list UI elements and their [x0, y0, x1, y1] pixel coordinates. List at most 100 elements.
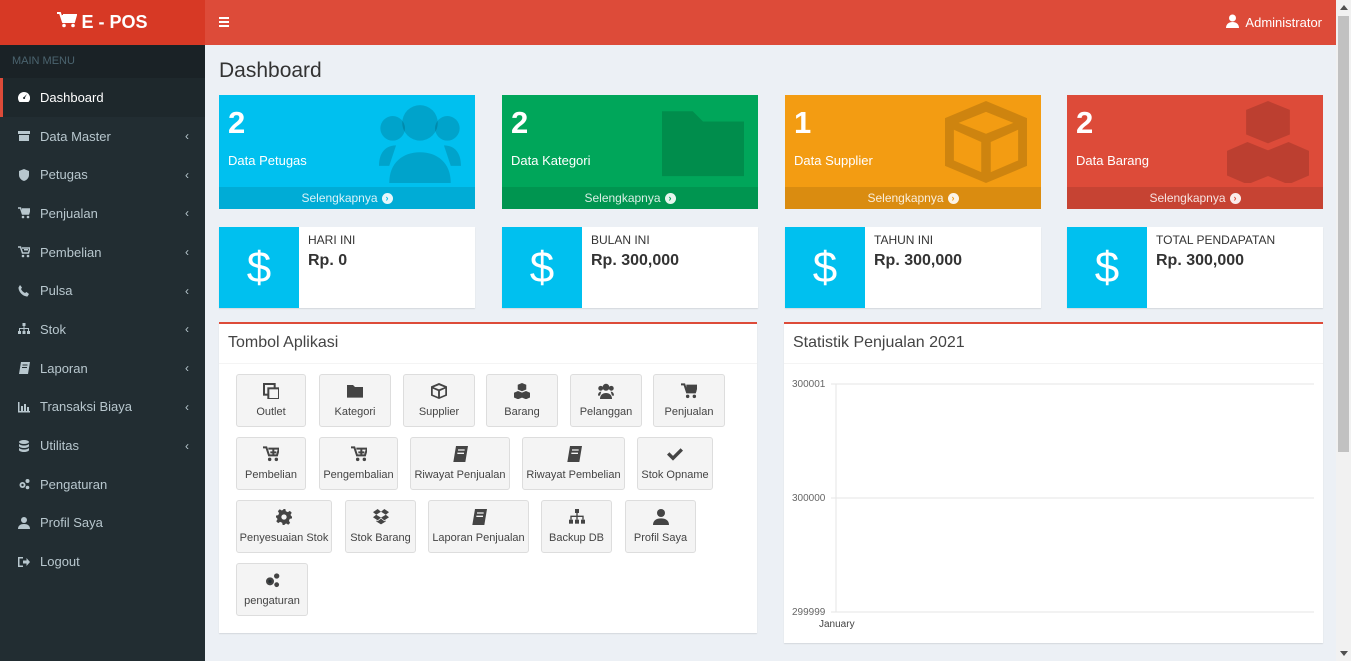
chart-y-tick-label: 300000: [792, 493, 826, 504]
book-icon: [566, 446, 582, 465]
user-menu[interactable]: Administrator: [1226, 0, 1322, 45]
users-icon: [375, 101, 465, 183]
stat-box-more-link[interactable]: Selengkapnya ›: [785, 187, 1041, 209]
app-button-riwayat-penjualan[interactable]: Riwayat Penjualan: [410, 437, 510, 490]
app-button-stok-barang[interactable]: Stok Barang: [345, 500, 416, 553]
sidebar-item-transaksi-biaya[interactable]: Transaksi Biaya ‹: [0, 388, 205, 427]
book-icon: [18, 362, 30, 375]
chevron-left-icon: ‹: [185, 245, 189, 260]
stat-box-more-label: Selengkapnya: [867, 191, 944, 205]
check-icon: [667, 446, 683, 465]
stat-box-data-kategori: 2 Data Kategori Selengkapnya ›: [502, 95, 758, 209]
cart-icon: [681, 383, 699, 402]
top-navbar: E - POS Administrator: [0, 0, 1336, 45]
stat-box-more-link[interactable]: Selengkapnya ›: [502, 187, 758, 209]
sidebar-item-utilitas[interactable]: Utilitas ‹: [0, 426, 205, 465]
user-icon: [18, 516, 30, 529]
sidebar-item-pembelian[interactable]: Pembelian ‹: [0, 233, 205, 272]
sidebar-item-penjualan[interactable]: Penjualan ‹: [0, 194, 205, 233]
users-icon: [598, 383, 614, 402]
app-button-label: Penjualan: [664, 406, 714, 418]
sidebar-item-pengaturan[interactable]: Pengaturan: [0, 465, 205, 504]
app-button-label: Outlet: [256, 406, 286, 418]
scroll-down-icon[interactable]: [1340, 651, 1348, 656]
sales-chart: 300001 300000 299999January: [792, 379, 1314, 630]
app-button-penyesuaian-stok[interactable]: Penyesuaian Stok: [236, 500, 332, 553]
stat-box-label: Data Barang: [1076, 153, 1149, 168]
app-button-barang[interactable]: Barang: [486, 374, 558, 427]
app-button-pelanggan[interactable]: Pelanggan: [570, 374, 642, 427]
sidebar-toggle-icon[interactable]: [219, 17, 229, 27]
stat-box-more-link[interactable]: Selengkapnya ›: [219, 187, 475, 209]
sidebar-item-label: Pulsa: [40, 283, 73, 299]
app-button-pengembalian[interactable]: Pengembalian: [319, 437, 398, 490]
sign-out-icon: [18, 556, 30, 568]
cart-plus-icon: [350, 446, 368, 465]
stat-box-value: 1: [794, 105, 812, 140]
info-box-total-pendapatan: $ TOTAL PENDAPATAN Rp. 300,000: [1067, 227, 1323, 308]
sidebar-item-label: Penjualan: [40, 205, 98, 221]
book-icon: [471, 509, 487, 528]
app-button-profil-saya[interactable]: Profil Saya: [625, 500, 696, 553]
sidebar-item-petugas[interactable]: Petugas ‹: [0, 155, 205, 194]
sidebar-item-data-master[interactable]: Data Master ‹: [0, 117, 205, 156]
app-button-supplier[interactable]: Supplier: [403, 374, 475, 427]
chart-panel: Statistik Penjualan 2021 300001 300000 299…: [784, 322, 1323, 643]
sidebar-item-pulsa[interactable]: Pulsa ‹: [0, 271, 205, 310]
info-box-value: Rp. 0: [308, 252, 348, 269]
sitemap-icon: [18, 323, 30, 335]
cubes-icon: [514, 383, 530, 402]
cubes-icon: [1223, 101, 1313, 185]
sidebar-item-profil-saya[interactable]: Profil Saya: [0, 504, 205, 543]
dollar-icon: $: [219, 227, 299, 308]
chart-x-tick-label: January: [819, 619, 855, 630]
chart-y-tick-label: 299999: [792, 607, 826, 618]
app-button-kategori[interactable]: Kategori: [319, 374, 391, 427]
chevron-left-icon: ‹: [185, 322, 189, 337]
app-button-stok-opname[interactable]: Stok Opname: [637, 437, 713, 490]
sidebar-item-stok[interactable]: Stok ‹: [0, 310, 205, 349]
app-button-penjualan[interactable]: Penjualan: [653, 374, 725, 427]
app-button-pembelian[interactable]: Pembelian: [236, 437, 306, 490]
cube-icon: [431, 383, 447, 402]
stat-box-more-label: Selengkapnya: [1149, 191, 1226, 205]
app-button-laporan-penjualan[interactable]: Laporan Penjualan: [428, 500, 529, 553]
app-button-label: Barang: [504, 406, 540, 418]
info-box-title: TOTAL PENDAPATAN: [1156, 233, 1276, 247]
sidebar-item-dashboard[interactable]: Dashboard: [0, 78, 205, 117]
sidebar-item-logout[interactable]: Logout: [0, 542, 205, 581]
sidebar-item-label: Pembelian: [40, 244, 102, 260]
app-button-riwayat-pembelian[interactable]: Riwayat Pembelian: [522, 437, 625, 490]
stat-box-data-petugas: 2 Data Petugas Selengkapnya ›: [219, 95, 475, 209]
app-logo[interactable]: E - POS: [0, 0, 205, 45]
stat-box-more-link[interactable]: Selengkapnya ›: [1067, 187, 1323, 209]
info-box-hari-ini: $ HARI INI Rp. 0: [219, 227, 475, 308]
user-name: Administrator: [1245, 15, 1322, 30]
cogs-icon: [264, 572, 280, 591]
info-box-value: Rp. 300,000: [874, 252, 963, 269]
book-icon: [452, 446, 468, 465]
app-button-backup-db[interactable]: Backup DB: [541, 500, 612, 553]
cart-plus-icon: [263, 446, 281, 465]
app-button-label: Pembelian: [245, 469, 297, 481]
stat-box-more-label: Selengkapnya: [584, 191, 661, 205]
app-button-label: Pelanggan: [579, 406, 633, 418]
app-button-label: Profil Saya: [633, 532, 688, 544]
dashboard-icon: [18, 91, 30, 103]
chart-icon: [18, 401, 30, 413]
app-button-label: Pengembalian: [323, 469, 394, 481]
scrollbar-thumb[interactable]: [1338, 16, 1349, 452]
sidebar-item-laporan[interactable]: Laporan ‹: [0, 349, 205, 388]
scroll-up-icon[interactable]: [1340, 5, 1348, 10]
clone-icon: [263, 383, 280, 402]
app-button-outlet[interactable]: Outlet: [236, 374, 306, 427]
arrow-circle-right-icon: ›: [947, 192, 959, 204]
user-icon: [652, 509, 669, 528]
page-scrollbar[interactable]: [1336, 0, 1351, 661]
cog-icon: [276, 509, 292, 528]
sidebar-item-label: Transaksi Biaya: [40, 399, 132, 415]
arrow-circle-right-icon: ›: [664, 192, 676, 204]
phone-icon: [18, 284, 30, 297]
sidebar-item-label: Dashboard: [40, 89, 104, 105]
app-button-pengaturan[interactable]: pengaturan: [236, 563, 308, 616]
